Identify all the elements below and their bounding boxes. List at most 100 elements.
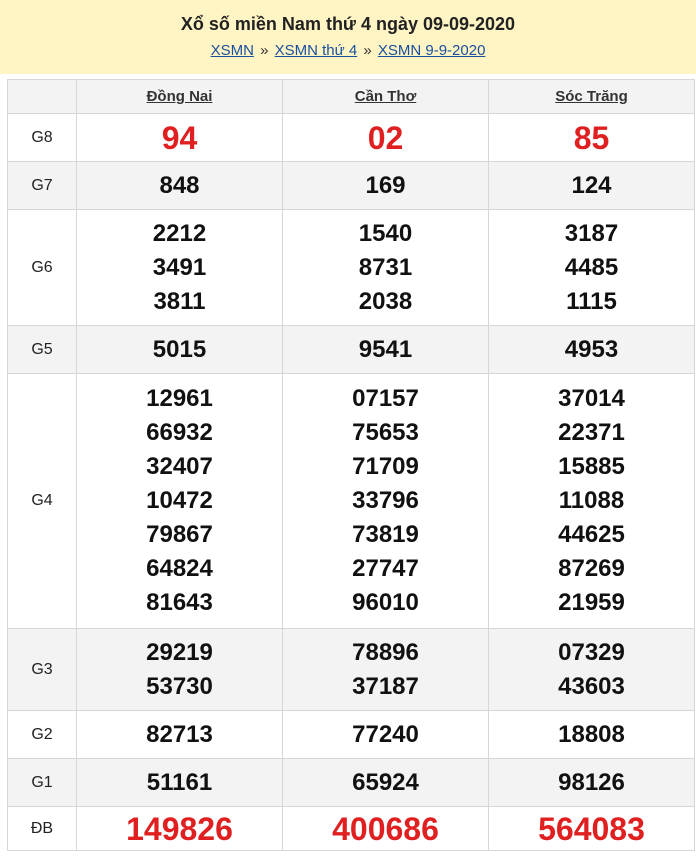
result-cell: 02 bbox=[282, 113, 489, 162]
results-body: G8 94 02 85 G7 848 169 124 G6 2212 3491 3811 1540 873… bbox=[7, 113, 695, 851]
result-number: 12961 bbox=[146, 385, 213, 412]
result-cell: 4953 bbox=[488, 325, 695, 374]
table-row: ĐB 149826 400686 564083 bbox=[7, 806, 695, 851]
prize-label: G2 bbox=[7, 710, 77, 759]
result-number: 71709 bbox=[352, 453, 419, 480]
result-number: 44625 bbox=[558, 521, 625, 548]
prize-label: G4 bbox=[7, 373, 77, 629]
result-number: 87269 bbox=[558, 555, 625, 582]
result-number: 81643 bbox=[146, 589, 213, 616]
results-table: Đồng Nai Cần Thơ Sóc Trăng G8 94 02 85 G7 848… bbox=[7, 79, 695, 851]
result-cell: 65924 bbox=[282, 758, 489, 807]
result-number: 66932 bbox=[146, 419, 213, 446]
result-cell: 37014 22371 15885 11088 44625 87269 21959 bbox=[488, 373, 695, 629]
result-cell: 94 bbox=[76, 113, 283, 162]
table-row: G6 2212 3491 3811 1540 8731 2038 3187 4485 1115 bbox=[7, 209, 695, 326]
result-number: 22371 bbox=[558, 419, 625, 446]
page-title: Xổ số miền Nam thứ 4 ngày 09-09-2020 bbox=[180, 14, 516, 34]
province-link[interactable]: Đồng Nai bbox=[147, 88, 213, 105]
result-number: 10472 bbox=[146, 487, 213, 514]
result-cell: 848 bbox=[76, 161, 283, 210]
result-number: 53730 bbox=[146, 672, 213, 700]
result-number: 43603 bbox=[558, 672, 625, 700]
breadcrumb-link-xsmn-thu-4[interactable]: XSMN thứ 4 bbox=[275, 42, 358, 59]
result-cell: 29219 53730 bbox=[76, 628, 283, 711]
prize-label: G6 bbox=[7, 209, 77, 326]
result-number: 8731 bbox=[358, 253, 413, 281]
prize-column-header bbox=[7, 79, 77, 114]
result-number: 51161 bbox=[146, 768, 213, 796]
result-number: 07157 bbox=[352, 385, 419, 412]
result-cell: 12961 66932 32407 10472 79867 64824 81643 bbox=[76, 373, 283, 629]
result-cell: 3187 4485 1115 bbox=[488, 209, 695, 326]
result-number: 9541 bbox=[358, 335, 413, 363]
province-link[interactable]: Cần Thơ bbox=[355, 88, 417, 105]
result-cell: 78896 37187 bbox=[282, 628, 489, 711]
table-row: G5 5015 9541 4953 bbox=[7, 325, 695, 374]
result-cell: 2212 3491 3811 bbox=[76, 209, 283, 326]
result-cell: 85 bbox=[488, 113, 695, 162]
table-row: G1 51161 65924 98126 bbox=[7, 758, 695, 807]
table-row: G8 94 02 85 bbox=[7, 113, 695, 162]
result-cell: 9541 bbox=[282, 325, 489, 374]
table-row: G4 12961 66932 32407 10472 79867 64824 81643 071… bbox=[7, 373, 695, 629]
result-number: 15885 bbox=[558, 453, 625, 480]
province-header-dong-nai[interactable]: Đồng Nai bbox=[76, 79, 283, 114]
result-cell: 07329 43603 bbox=[488, 628, 695, 711]
prize-label: G5 bbox=[7, 325, 77, 374]
prize-label: G8 bbox=[7, 113, 77, 162]
page-header: Xổ số miền Nam thứ 4 ngày 09-09-2020 XSM… bbox=[0, 0, 696, 74]
result-cell: 51161 bbox=[76, 758, 283, 807]
result-number: 07329 bbox=[558, 638, 625, 666]
breadcrumb-separator: » bbox=[363, 42, 372, 59]
result-number: 564083 bbox=[538, 810, 645, 847]
breadcrumb: XSMN » XSMN thứ 4 » XSMN 9-9-2020 bbox=[0, 42, 696, 59]
result-cell: 82713 bbox=[76, 710, 283, 759]
result-number: 37014 bbox=[558, 385, 625, 412]
result-cell: 98126 bbox=[488, 758, 695, 807]
result-number: 5015 bbox=[152, 335, 207, 363]
result-number: 64824 bbox=[146, 555, 213, 582]
result-number: 4953 bbox=[564, 335, 619, 363]
result-number: 2038 bbox=[358, 287, 413, 315]
result-number: 98126 bbox=[558, 768, 625, 796]
table-row: G2 82713 77240 18808 bbox=[7, 710, 695, 759]
result-cell: 07157 75653 71709 33796 73819 27747 96010 bbox=[282, 373, 489, 629]
result-number: 73819 bbox=[352, 521, 419, 548]
result-number: 96010 bbox=[352, 589, 419, 616]
result-number: 85 bbox=[573, 119, 610, 156]
province-header-can-tho[interactable]: Cần Thơ bbox=[282, 79, 489, 114]
prize-label: G1 bbox=[7, 758, 77, 807]
result-cell: 400686 bbox=[282, 806, 489, 851]
breadcrumb-separator: » bbox=[260, 42, 269, 59]
result-cell: 149826 bbox=[76, 806, 283, 851]
prize-label: ĐB bbox=[7, 806, 77, 851]
result-number: 27747 bbox=[352, 555, 419, 582]
result-cell: 564083 bbox=[488, 806, 695, 851]
result-number: 169 bbox=[365, 171, 406, 199]
result-cell: 77240 bbox=[282, 710, 489, 759]
result-number: 124 bbox=[571, 171, 612, 199]
province-link[interactable]: Sóc Trăng bbox=[555, 88, 628, 105]
result-number: 2212 bbox=[152, 219, 207, 247]
result-cell: 1540 8731 2038 bbox=[282, 209, 489, 326]
result-cell: 5015 bbox=[76, 325, 283, 374]
result-number: 11088 bbox=[558, 487, 625, 514]
result-number: 32407 bbox=[146, 453, 213, 480]
result-number: 29219 bbox=[146, 638, 213, 666]
result-cell: 124 bbox=[488, 161, 695, 210]
result-number: 82713 bbox=[146, 720, 213, 748]
result-number: 37187 bbox=[352, 672, 419, 700]
result-number: 75653 bbox=[352, 419, 419, 446]
result-number: 1115 bbox=[566, 287, 617, 315]
province-header-soc-trang[interactable]: Sóc Trăng bbox=[488, 79, 695, 114]
result-cell: 169 bbox=[282, 161, 489, 210]
result-number: 21959 bbox=[558, 589, 625, 616]
result-number: 65924 bbox=[352, 768, 419, 796]
table-row: G7 848 169 124 bbox=[7, 161, 695, 210]
prize-label: G3 bbox=[7, 628, 77, 711]
result-number: 848 bbox=[159, 171, 200, 199]
breadcrumb-link-xsmn-date[interactable]: XSMN 9-9-2020 bbox=[378, 42, 486, 59]
breadcrumb-link-xsmn[interactable]: XSMN bbox=[211, 42, 254, 59]
result-number: 3811 bbox=[153, 287, 206, 315]
